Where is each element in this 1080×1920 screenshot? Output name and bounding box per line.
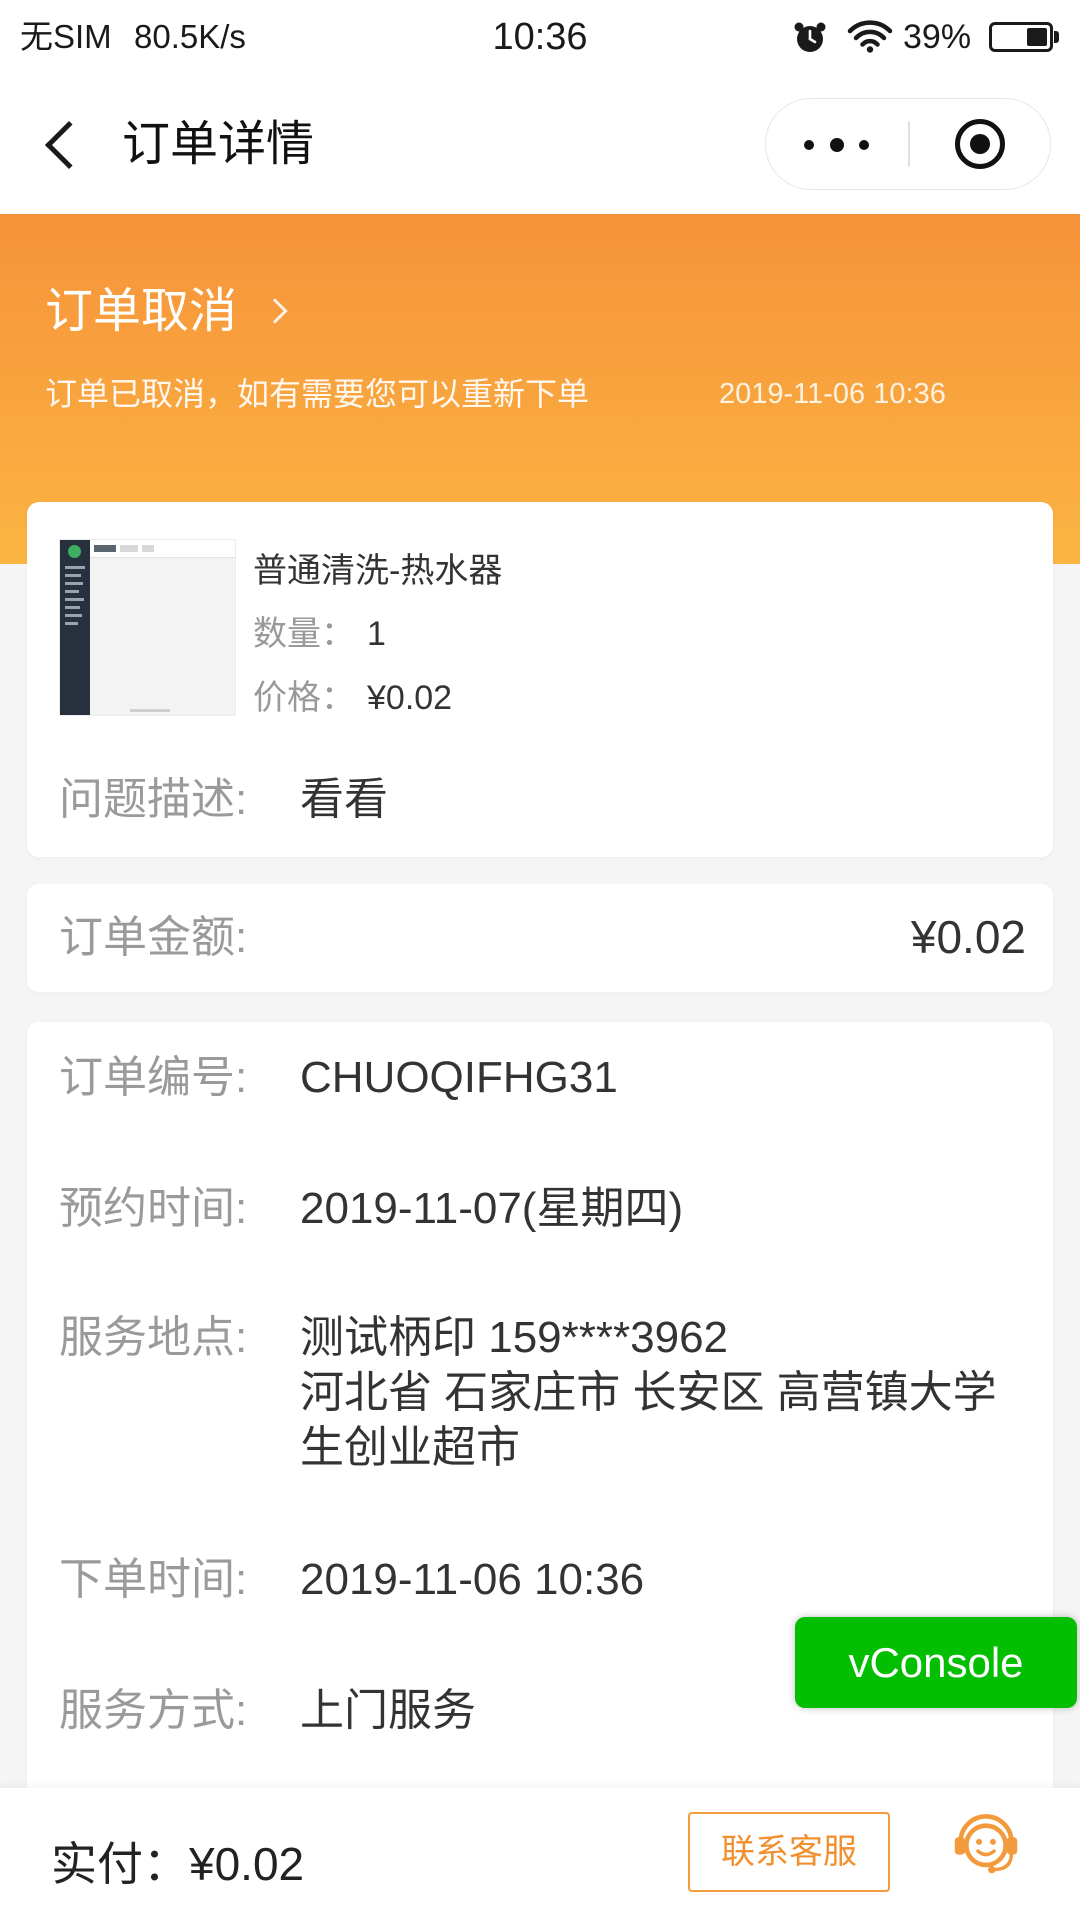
quantity-label: 数量： bbox=[253, 615, 355, 653]
order-time-value: 2019-11-06 10:36 bbox=[300, 1555, 645, 1604]
order-amount-value: ¥0.02 bbox=[910, 911, 1026, 963]
paid-value: ¥0.02 bbox=[189, 1838, 305, 1890]
battery-tip bbox=[1054, 31, 1059, 43]
appointment-time-value: 2019-11-07(星期四) bbox=[300, 1184, 684, 1233]
more-dots-icon bbox=[804, 140, 814, 150]
order-number-label: 订单编号: bbox=[59, 1053, 248, 1102]
network-speed: 80.5K/s bbox=[134, 18, 246, 55]
order-status-message: 订单已取消，如有需要您可以重新下单 bbox=[45, 376, 590, 412]
thumbnail-menu-line bbox=[65, 622, 78, 625]
thumbnail-menu-line bbox=[65, 574, 81, 577]
thumbnail-menu-line bbox=[65, 582, 83, 585]
product-name: 普通清洗-热水器 bbox=[253, 552, 503, 590]
service-location-label: 服务地点: bbox=[59, 1313, 248, 1362]
thumbnail-menu-line bbox=[65, 614, 82, 617]
order-number-value: CHUOQIFHG31 bbox=[300, 1053, 618, 1102]
appointment-time-label: 预约时间: bbox=[59, 1184, 248, 1233]
more-dots-icon bbox=[859, 140, 869, 150]
quantity-value: 1 bbox=[367, 615, 386, 653]
more-dots-icon bbox=[830, 138, 844, 152]
thumbnail-tab bbox=[142, 545, 154, 552]
exit-button[interactable] bbox=[910, 99, 1050, 189]
service-mode-label: 服务方式: bbox=[59, 1686, 248, 1735]
thumbnail-footer bbox=[130, 709, 170, 712]
top-header: 无SIM 80.5K/s 10:36 39% 订单详情 bbox=[0, 0, 1080, 214]
battery-fill bbox=[1026, 28, 1047, 46]
carrier-label: 无SIM bbox=[20, 18, 112, 55]
price-value: ¥0.02 bbox=[367, 679, 453, 717]
order-status-link[interactable]: 订单取消 bbox=[45, 282, 315, 342]
battery-icon bbox=[989, 22, 1060, 52]
order-status-title: 订单取消 bbox=[45, 285, 238, 338]
thumbnail-logo bbox=[68, 545, 81, 558]
product-thumbnail-image bbox=[59, 539, 236, 716]
order-details-card: 订单编号: CHUOQIFHG31 预约时间: 2019-11-07(星期四) … bbox=[27, 1022, 1053, 1842]
order-status-time: 2019-11-06 10:36 bbox=[719, 378, 946, 410]
battery-percent: 39% bbox=[903, 18, 972, 56]
thumbnail-menu-line bbox=[65, 598, 84, 601]
wifi-icon bbox=[847, 20, 893, 53]
battery-inner bbox=[995, 28, 1047, 46]
problem-label: 问题描述: bbox=[59, 775, 248, 824]
back-button[interactable] bbox=[22, 100, 112, 190]
battery-body bbox=[989, 22, 1053, 52]
more-button[interactable] bbox=[766, 99, 908, 189]
service-address: 河北省 石家庄市 长安区 高营镇大学生创业超市 bbox=[300, 1368, 997, 1472]
alarm-clock-icon bbox=[794, 22, 826, 52]
thumbnail-menu-line bbox=[65, 606, 80, 609]
order-amount-label: 订单金额: bbox=[59, 913, 248, 962]
order-detail-page: 无SIM 80.5K/s 10:36 39% 订单详情 订单取消 订单已取消，如… bbox=[0, 0, 1080, 1920]
paid-label: 实付： bbox=[51, 1838, 189, 1890]
service-contact: 测试柄印 159****3962 bbox=[300, 1313, 729, 1362]
paid-amount: 实付：¥0.02 bbox=[51, 1834, 304, 1894]
target-circle-dot bbox=[970, 134, 990, 154]
page-title: 订单详情 bbox=[122, 118, 315, 171]
contact-service-button[interactable]: 联系客服 bbox=[688, 1812, 890, 1892]
thumbnail-topbar bbox=[90, 540, 235, 558]
price-label: 价格： bbox=[253, 679, 355, 717]
chevron-left-icon bbox=[44, 120, 94, 170]
mini-program-capsule bbox=[765, 98, 1051, 190]
thumbnail-tab bbox=[120, 545, 138, 552]
customer-service-icon[interactable] bbox=[949, 1806, 1023, 1880]
service-mode-value: 上门服务 bbox=[300, 1686, 476, 1735]
order-time-label: 下单时间: bbox=[59, 1555, 248, 1604]
order-amount-card: 订单金额: ¥0.02 bbox=[27, 884, 1053, 992]
thumbnail-tab bbox=[94, 545, 116, 552]
service-location-value: 测试柄印 159****3962 河北省 石家庄市 长安区 高营镇大学生创业超市 bbox=[300, 1310, 1030, 1475]
thumbnail-menu-line bbox=[65, 590, 79, 593]
problem-value: 看看 bbox=[300, 775, 388, 824]
thumbnail-menu-line bbox=[65, 566, 85, 569]
vconsole-button[interactable]: vConsole bbox=[795, 1617, 1077, 1708]
product-card: 普通清洗-热水器 数量： 1 价格： ¥0.02 问题描述: 看看 bbox=[27, 502, 1053, 857]
chevron-right-icon bbox=[262, 298, 288, 324]
bottom-bar: 实付：¥0.02 联系客服 bbox=[0, 1788, 1080, 1920]
status-time: 10:36 bbox=[492, 16, 588, 58]
